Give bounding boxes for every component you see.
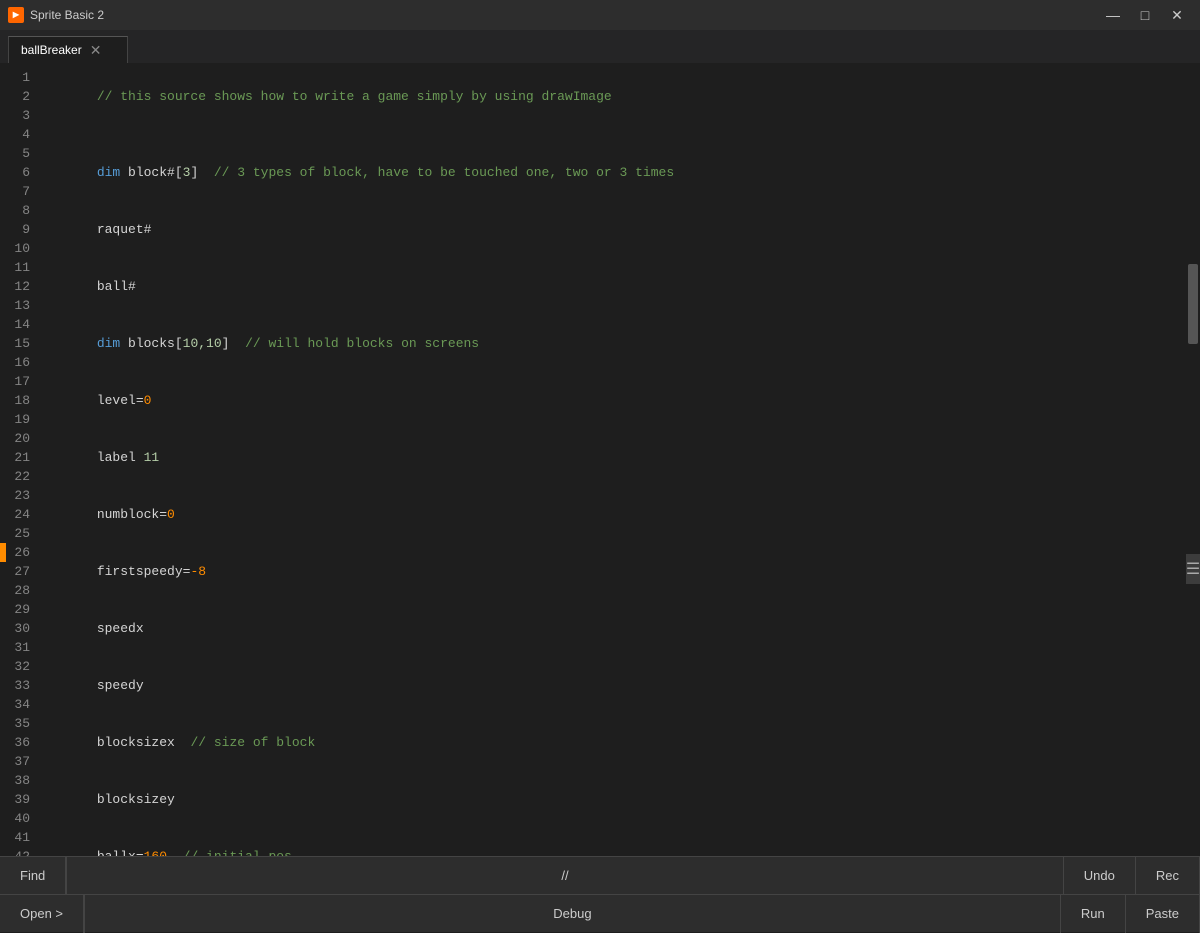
- line-num: 2: [8, 87, 30, 106]
- rec-button[interactable]: Rec: [1136, 857, 1200, 895]
- code-line-12: speedy: [50, 657, 1178, 714]
- open-button[interactable]: Open >: [0, 895, 84, 933]
- debug-button[interactable]: Debug: [84, 895, 1061, 933]
- line-num: 13: [8, 296, 30, 315]
- line-num: 24: [8, 505, 30, 524]
- title-bar: ▶ Sprite Basic 2 — □ ✕: [0, 0, 1200, 30]
- line-num: 30: [8, 619, 30, 638]
- line-num: 10: [8, 239, 30, 258]
- minimize-button[interactable]: —: [1098, 5, 1128, 25]
- tab-bar: ballBreaker ✕: [0, 30, 1200, 64]
- line-num: 32: [8, 657, 30, 676]
- code-line-6: dim blocks[10,10] // will hold blocks on…: [50, 315, 1178, 372]
- find-button[interactable]: Find: [0, 857, 66, 895]
- code-editor[interactable]: // this source shows how to write a game…: [42, 64, 1186, 856]
- line-num: 4: [8, 125, 30, 144]
- line-num: 14: [8, 315, 30, 334]
- line-num: 5: [8, 144, 30, 163]
- line-num: 28: [8, 581, 30, 600]
- line-num: 22: [8, 467, 30, 486]
- code-line-10: firstspeedy=-8: [50, 543, 1178, 600]
- code-line-9: numblock=0: [50, 486, 1178, 543]
- line-num: 25: [8, 524, 30, 543]
- line-num: 41: [8, 828, 30, 847]
- comment-button[interactable]: //: [66, 857, 1064, 895]
- paste-button[interactable]: Paste: [1126, 895, 1200, 933]
- line-num: 11: [8, 258, 30, 277]
- line-num: 42: [8, 847, 30, 856]
- code-line-1: // this source shows how to write a game…: [50, 68, 1178, 125]
- line-num: 34: [8, 695, 30, 714]
- maximize-button[interactable]: □: [1130, 5, 1160, 25]
- line-num: 29: [8, 600, 30, 619]
- code-line-3: dim block#[3] // 3 types of block, have …: [50, 144, 1178, 201]
- line-num: 8: [8, 201, 30, 220]
- title-text: Sprite Basic 2: [30, 8, 104, 22]
- code-line-7: level=0: [50, 372, 1178, 429]
- bottom-toolbar2: Open > Debug Run Paste: [0, 894, 1200, 932]
- code-line-11: speedx: [50, 600, 1178, 657]
- line-num: 7: [8, 182, 30, 201]
- line-num: 1: [8, 68, 30, 87]
- line-num: 37: [8, 752, 30, 771]
- line-num: 9: [8, 220, 30, 239]
- hamburger-icon: ☰: [1186, 559, 1200, 579]
- tab-ballbreaker[interactable]: ballBreaker ✕: [8, 36, 128, 63]
- editor-container: 1 2 3 4 5 6 7 8 9 10 11 12 13 14 15 16 1…: [0, 64, 1200, 856]
- code-line-2: [50, 125, 1178, 144]
- undo-button[interactable]: Undo: [1064, 857, 1136, 895]
- title-controls[interactable]: — □ ✕: [1098, 5, 1192, 25]
- line-indicator: [0, 543, 6, 562]
- code-line-5: ball#: [50, 258, 1178, 315]
- bottom-toolbar: Find // Undo Rec: [0, 856, 1200, 894]
- code-line-8: label 11: [50, 429, 1178, 486]
- line-num: 16: [8, 353, 30, 372]
- title-bar-left: ▶ Sprite Basic 2: [8, 7, 104, 23]
- code-line-15: ballx=160 // initial pos: [50, 828, 1178, 856]
- line-num: 20: [8, 429, 30, 448]
- line-num: 17: [8, 372, 30, 391]
- line-num: 26: [8, 543, 30, 562]
- code-line-14: blocksizey: [50, 771, 1178, 828]
- line-num: 35: [8, 714, 30, 733]
- tab-label: ballBreaker: [21, 43, 82, 57]
- line-num: 33: [8, 676, 30, 695]
- line-num: 19: [8, 410, 30, 429]
- tab-close-icon[interactable]: ✕: [90, 43, 102, 57]
- line-num: 38: [8, 771, 30, 790]
- run-button[interactable]: Run: [1061, 895, 1126, 933]
- line-num: 12: [8, 277, 30, 296]
- line-num: 15: [8, 334, 30, 353]
- line-num: 21: [8, 448, 30, 467]
- app-icon: ▶: [8, 7, 24, 23]
- close-button[interactable]: ✕: [1162, 5, 1192, 25]
- code-line-4: raquet#: [50, 201, 1178, 258]
- line-numbers: 1 2 3 4 5 6 7 8 9 10 11 12 13 14 15 16 1…: [0, 64, 42, 856]
- line-num: 3: [8, 106, 30, 125]
- line-num: 40: [8, 809, 30, 828]
- line-num: 31: [8, 638, 30, 657]
- line-num: 39: [8, 790, 30, 809]
- scrollbar-thumb[interactable]: [1188, 264, 1198, 344]
- line-num: 6: [8, 163, 30, 182]
- scrollbar[interactable]: ☰: [1186, 64, 1200, 856]
- line-num: 27: [8, 562, 30, 581]
- line-num: 36: [8, 733, 30, 752]
- line-num: 23: [8, 486, 30, 505]
- scrollbar-icon[interactable]: ☰: [1186, 554, 1200, 584]
- code-line-13: blocksizex // size of block: [50, 714, 1178, 771]
- line-num: 18: [8, 391, 30, 410]
